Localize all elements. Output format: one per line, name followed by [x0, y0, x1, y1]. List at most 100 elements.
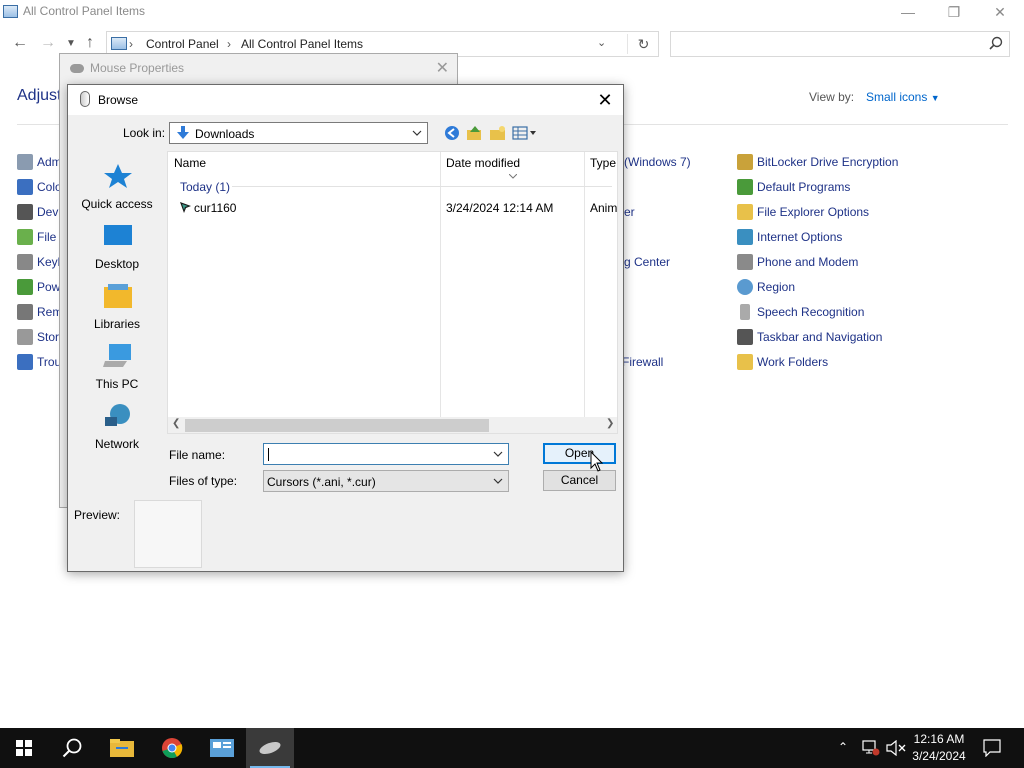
cp-item-speech-recognition[interactable]: Speech Recognition: [737, 304, 864, 322]
place-label: Desktop: [94, 257, 140, 271]
browse-close-icon[interactable]: ✕: [593, 88, 617, 112]
new-folder-icon[interactable]: [489, 125, 507, 141]
remoteapp-icon: [17, 304, 33, 320]
system-clock[interactable]: 12:16 AM 3/24/2024: [904, 731, 974, 765]
search-input[interactable]: [670, 31, 1010, 57]
chevron-down-icon[interactable]: [492, 447, 504, 461]
refresh-icon[interactable]: ↻: [627, 34, 659, 54]
start-button[interactable]: [0, 728, 48, 768]
control-panel-icon: [3, 5, 18, 18]
view-by-dropdown[interactable]: Small icons ▼: [866, 90, 940, 104]
view-menu-icon[interactable]: [512, 125, 538, 141]
cp-item-region[interactable]: Region: [737, 279, 795, 297]
breadcrumb-all-items[interactable]: All Control Panel Items: [241, 37, 363, 51]
address-dropdown-chevron-icon[interactable]: ⌄: [597, 36, 606, 49]
cp-item-devices[interactable]: Devi: [17, 204, 61, 222]
show-hidden-icons-chevron-icon[interactable]: ⌃: [838, 740, 848, 754]
taskbar-control-panel[interactable]: [198, 728, 246, 768]
chrome-icon: [162, 738, 183, 759]
cancel-button[interactable]: Cancel: [543, 470, 616, 491]
forward-arrow-icon[interactable]: →: [40, 34, 56, 52]
notifications-icon[interactable]: [983, 739, 1001, 757]
cp-item-network-sharing[interactable]: g Center: [624, 254, 670, 272]
up-one-level-icon[interactable]: [466, 125, 484, 141]
place-libraries[interactable]: Libraries: [78, 277, 156, 337]
color-management-icon: [17, 179, 33, 195]
default-programs-icon: [737, 179, 753, 195]
cursor-file-icon: [180, 202, 191, 213]
cp-item-internet-options[interactable]: Internet Options: [737, 229, 842, 247]
breadcrumb-control-panel[interactable]: Control Panel: [146, 37, 219, 51]
network-icon[interactable]: [862, 740, 880, 756]
place-label: Libraries: [93, 317, 141, 331]
place-label: Network: [94, 437, 139, 451]
cp-item-file-explorer-options[interactable]: File Explorer Options: [737, 204, 869, 222]
column-header-date-modified[interactable]: Date modified: [440, 152, 584, 184]
cp-item-device-manager[interactable]: er: [624, 204, 635, 222]
cp-item-troubleshooting[interactable]: Trou: [17, 354, 61, 372]
breadcrumb-separator: ›: [129, 37, 133, 51]
taskbar-mouse-properties[interactable]: [246, 728, 294, 768]
recent-locations-chevron-icon[interactable]: ▼: [66, 38, 76, 49]
search-icon: [989, 36, 1003, 50]
cp-item-keyboard[interactable]: Keyb: [17, 254, 64, 272]
window-title: All Control Panel Items: [23, 4, 146, 18]
column-header-type[interactable]: Type: [584, 152, 617, 184]
look-in-dropdown[interactable]: Downloads: [169, 122, 428, 144]
group-header[interactable]: Today (1): [180, 180, 230, 194]
files-of-type-dropdown[interactable]: Cursors (*.ani, *.cur): [263, 470, 509, 492]
file-row[interactable]: cur1160 3/24/2024 12:14 AM Anim: [168, 197, 617, 219]
cp-item-power-options[interactable]: Pow: [17, 279, 60, 297]
cp-item-administrative-tools[interactable]: Adm: [17, 154, 62, 172]
scroll-right-icon[interactable]: ❯: [606, 418, 614, 429]
taskbar-file-explorer[interactable]: [98, 728, 146, 768]
taskbar-search-button[interactable]: [48, 728, 96, 768]
file-name: cur1160: [194, 201, 237, 215]
column-separator: [440, 152, 441, 417]
cp-item-default-programs[interactable]: Default Programs: [737, 179, 850, 197]
taskbar-chrome[interactable]: [148, 728, 196, 768]
open-button[interactable]: Open: [543, 443, 616, 464]
taskbar: ⌃ 12:16 AM 3/24/2024: [0, 728, 1024, 768]
cp-item-file-history[interactable]: File: [17, 229, 56, 247]
chevron-down-icon: [412, 130, 422, 136]
cp-item-color-management[interactable]: Colo: [17, 179, 62, 197]
close-button[interactable]: ✕: [977, 0, 1023, 24]
desktop-icon: [104, 225, 132, 245]
admin-tools-icon: [17, 154, 33, 170]
mouse-properties-close-icon[interactable]: ✕: [436, 58, 449, 78]
restore-button[interactable]: ❐: [931, 0, 977, 24]
cp-item-bitlocker[interactable]: BitLocker Drive Encryption: [737, 154, 898, 172]
scroll-left-icon[interactable]: ❮: [172, 418, 180, 429]
back-arrow-icon[interactable]: ←: [12, 34, 28, 52]
file-list[interactable]: Name Date modified Type Today (1) cur116…: [167, 151, 618, 434]
dropdown-arrow-icon: ▼: [930, 93, 940, 103]
libraries-icon: [104, 284, 132, 308]
scrollbar-thumb[interactable]: [185, 419, 489, 432]
keyboard-icon: [17, 254, 33, 270]
place-label: This PC: [95, 377, 139, 391]
place-this-pc[interactable]: This PC: [78, 337, 156, 397]
volume-muted-icon[interactable]: [886, 740, 906, 756]
control-panel-icon: [111, 37, 127, 50]
clock-date: 3/24/2024: [912, 749, 966, 763]
place-desktop[interactable]: Desktop: [78, 217, 156, 277]
file-name-input[interactable]: [263, 443, 509, 465]
cp-item-firewall[interactable]: Firewall: [622, 354, 663, 372]
minimize-button[interactable]: —: [885, 0, 931, 24]
cp-item-phone-modem[interactable]: Phone and Modem: [737, 254, 858, 272]
cp-item-work-folders[interactable]: Work Folders: [737, 354, 828, 372]
file-explorer-icon: [110, 739, 134, 757]
bitlocker-icon: [737, 154, 753, 170]
horizontal-scrollbar[interactable]: ❮ ❯: [168, 417, 617, 433]
cp-item-storage-spaces[interactable]: Stor: [17, 329, 59, 347]
cp-item-backup-restore[interactable]: (Windows 7): [624, 154, 691, 172]
up-arrow-icon[interactable]: ↑: [86, 34, 94, 52]
cp-item-taskbar-navigation[interactable]: Taskbar and Navigation: [737, 329, 882, 347]
troubleshooting-icon: [17, 354, 33, 370]
cp-item-remoteapp[interactable]: Rem: [17, 304, 62, 322]
place-network[interactable]: Network: [78, 397, 156, 457]
browse-titlebar: Browse ✕: [68, 85, 623, 115]
back-icon[interactable]: [443, 125, 461, 141]
place-quick-access[interactable]: Quick access: [78, 157, 156, 217]
